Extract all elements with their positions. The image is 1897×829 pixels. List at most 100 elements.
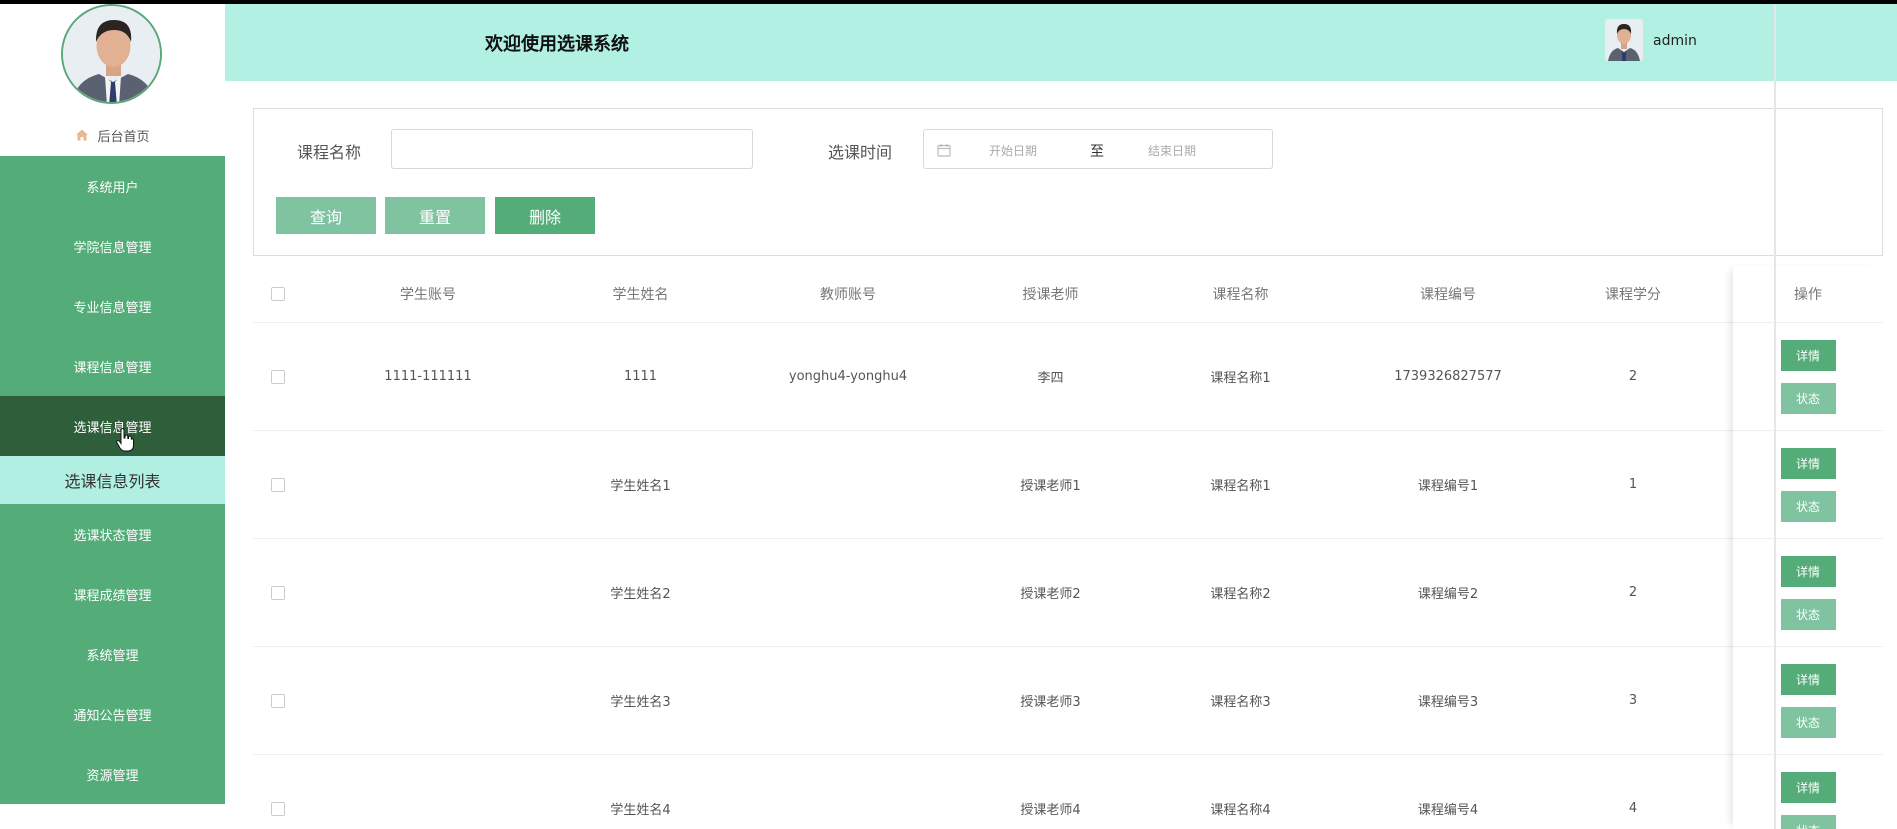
- column-header[interactable]: 教师账号: [738, 266, 958, 322]
- student-name-cell: 学生姓名2: [610, 587, 671, 602]
- credit-cell: 2: [1628, 585, 1638, 600]
- row-checkbox[interactable]: [271, 477, 285, 492]
- user-photo-icon: [63, 6, 160, 102]
- student-name-cell: 学生姓名4: [610, 803, 671, 818]
- course-name-input[interactable]: [391, 129, 753, 169]
- column-header[interactable]: 学生姓名: [543, 266, 738, 322]
- sidebar-avatar: [61, 4, 162, 104]
- sidebar-item-course-selection[interactable]: 选课信息管理: [0, 396, 225, 456]
- actions-cell: 详情 状态: [1733, 755, 1883, 829]
- teacher-cell: 授课老师1: [1020, 479, 1081, 494]
- sidebar-item-system-management[interactable]: 系统管理: [0, 624, 225, 684]
- date-range-picker[interactable]: 开始日期 至 结束日期: [923, 129, 1273, 169]
- table-row: 学生姓名4 授课老师4 课程名称4 课程编号4 4 详情 状态: [253, 755, 1883, 829]
- table-row: 1111-111111 1111 yonghu4-yonghu4 李四 课程名称…: [253, 323, 1883, 431]
- home-icon: [76, 129, 89, 141]
- divider: [1774, 4, 1776, 829]
- course-name-cell: 课程名称3: [1210, 695, 1271, 710]
- student-account-cell: [313, 431, 543, 538]
- column-header[interactable]: 课程名称: [1143, 266, 1338, 322]
- course-no-cell: 课程编号4: [1417, 803, 1479, 818]
- column-header[interactable]: 课程学分: [1558, 266, 1708, 322]
- row-checkbox[interactable]: [271, 585, 285, 600]
- row-checkbox[interactable]: [271, 693, 285, 708]
- credit-cell: 4: [1628, 801, 1638, 816]
- submenu-item-course-selection-list[interactable]: 选课信息列表: [0, 456, 225, 504]
- credit-cell: 1: [1628, 477, 1638, 492]
- column-header[interactable]: 授课老师: [958, 266, 1143, 322]
- status-button[interactable]: 状态: [1780, 382, 1836, 414]
- column-header[interactable]: 课程编号: [1338, 266, 1558, 322]
- sidebar-item-course[interactable]: 课程信息管理: [0, 336, 225, 396]
- row-select-cell: [253, 539, 303, 646]
- sidebar-item-resources[interactable]: 资源管理: [0, 744, 225, 804]
- top-header: 欢迎使用选课系统 admin: [225, 4, 1897, 81]
- status-button[interactable]: 状态: [1780, 814, 1836, 829]
- sidebar-item-label: 课程成绩管理: [73, 588, 152, 604]
- student-account-cell: [313, 539, 543, 646]
- sidebar-item-label: 系统用户: [86, 180, 139, 196]
- status-button[interactable]: 状态: [1780, 490, 1836, 522]
- sidebar-menu: 系统用户 学院信息管理 专业信息管理 课程信息管理 选课信息管理 选课信息列表 …: [0, 156, 225, 804]
- student-name-cell: 1111: [623, 369, 658, 384]
- course-name-label: 课程名称: [297, 143, 362, 162]
- course-no-cell: 1739326827577: [1394, 369, 1502, 384]
- calendar-icon: [937, 144, 951, 157]
- student-account-cell: [313, 647, 543, 754]
- app-window: 后台首页 系统用户 学院信息管理 专业信息管理 课程信息管理 选课信息管理 选课…: [0, 4, 1897, 829]
- student-name-cell: 学生姓名3: [610, 695, 671, 710]
- row-checkbox[interactable]: [271, 801, 285, 816]
- sidebar: 后台首页 系统用户 学院信息管理 专业信息管理 课程信息管理 选课信息管理 选课…: [0, 4, 225, 829]
- home-link[interactable]: 后台首页: [0, 120, 225, 150]
- sidebar-item-label: 专业信息管理: [73, 300, 152, 316]
- status-button[interactable]: 状态: [1780, 706, 1836, 738]
- sidebar-item-system-users[interactable]: 系统用户: [0, 156, 225, 216]
- row-checkbox[interactable]: [271, 369, 285, 384]
- status-button[interactable]: 状态: [1780, 598, 1836, 630]
- sidebar-item-notices[interactable]: 通知公告管理: [0, 684, 225, 744]
- sidebar-item-label: 学院信息管理: [73, 240, 152, 256]
- select-all-cell: [253, 266, 303, 322]
- sidebar-item-label: 通知公告管理: [73, 708, 152, 724]
- date-separator: 至: [1090, 144, 1104, 160]
- header-avatar[interactable]: [1605, 19, 1643, 61]
- actions-cell: 详情 状态: [1733, 647, 1883, 754]
- sidebar-item-grades[interactable]: 课程成绩管理: [0, 564, 225, 624]
- sidebar-footer: [0, 810, 225, 829]
- row-select-cell: [253, 647, 303, 754]
- delete-button[interactable]: 删除: [495, 197, 595, 234]
- select-all-checkbox[interactable]: [271, 287, 285, 301]
- teacher-account-cell: yonghu4-yonghu4: [788, 369, 908, 384]
- course-no-cell: 课程编号2: [1417, 587, 1479, 602]
- table-row: 学生姓名2 授课老师2 课程名称2 课程编号2 2 详情 状态: [253, 539, 1883, 647]
- course-name-cell: 课程名称1: [1210, 479, 1271, 494]
- detail-button[interactable]: 详情: [1780, 555, 1836, 587]
- table-header: 学生账号 学生姓名 教师账号 授课老师 课程名称 课程编号 课程学分 操作: [253, 266, 1883, 323]
- teacher-account-cell: [738, 647, 958, 754]
- sidebar-item-selection-status[interactable]: 选课状态管理: [0, 504, 225, 564]
- end-date-input[interactable]: 结束日期: [1148, 142, 1196, 159]
- user-photo-icon: [1605, 19, 1643, 61]
- sidebar-item-label: 资源管理: [86, 768, 139, 784]
- detail-button[interactable]: 详情: [1780, 663, 1836, 695]
- teacher-cell: 授课老师2: [1020, 587, 1081, 602]
- sidebar-item-college[interactable]: 学院信息管理: [0, 216, 225, 276]
- student-account-cell: [313, 755, 543, 829]
- start-date-input[interactable]: 开始日期: [989, 142, 1037, 159]
- search-panel: 课程名称 选课时间 开始日期 至 结束日期 查询 重置 删除: [253, 108, 1883, 256]
- sidebar-item-label: 系统管理: [86, 648, 139, 664]
- column-header[interactable]: 学生账号: [313, 266, 543, 322]
- detail-button[interactable]: 详情: [1780, 771, 1836, 803]
- search-button[interactable]: 查询: [276, 197, 376, 234]
- actions-cell: 详情 状态: [1733, 431, 1883, 538]
- detail-button[interactable]: 详情: [1780, 447, 1836, 479]
- detail-button[interactable]: 详情: [1780, 339, 1836, 371]
- reset-button[interactable]: 重置: [385, 197, 485, 234]
- course-name-cell: 课程名称4: [1210, 803, 1271, 818]
- credit-cell: 2: [1628, 369, 1638, 384]
- username[interactable]: admin: [1653, 33, 1697, 49]
- student-name-cell: 学生姓名1: [610, 479, 671, 494]
- course-name-cell: 课程名称2: [1210, 587, 1271, 602]
- sidebar-item-major[interactable]: 专业信息管理: [0, 276, 225, 336]
- actions-cell: 详情 状态: [1733, 539, 1883, 646]
